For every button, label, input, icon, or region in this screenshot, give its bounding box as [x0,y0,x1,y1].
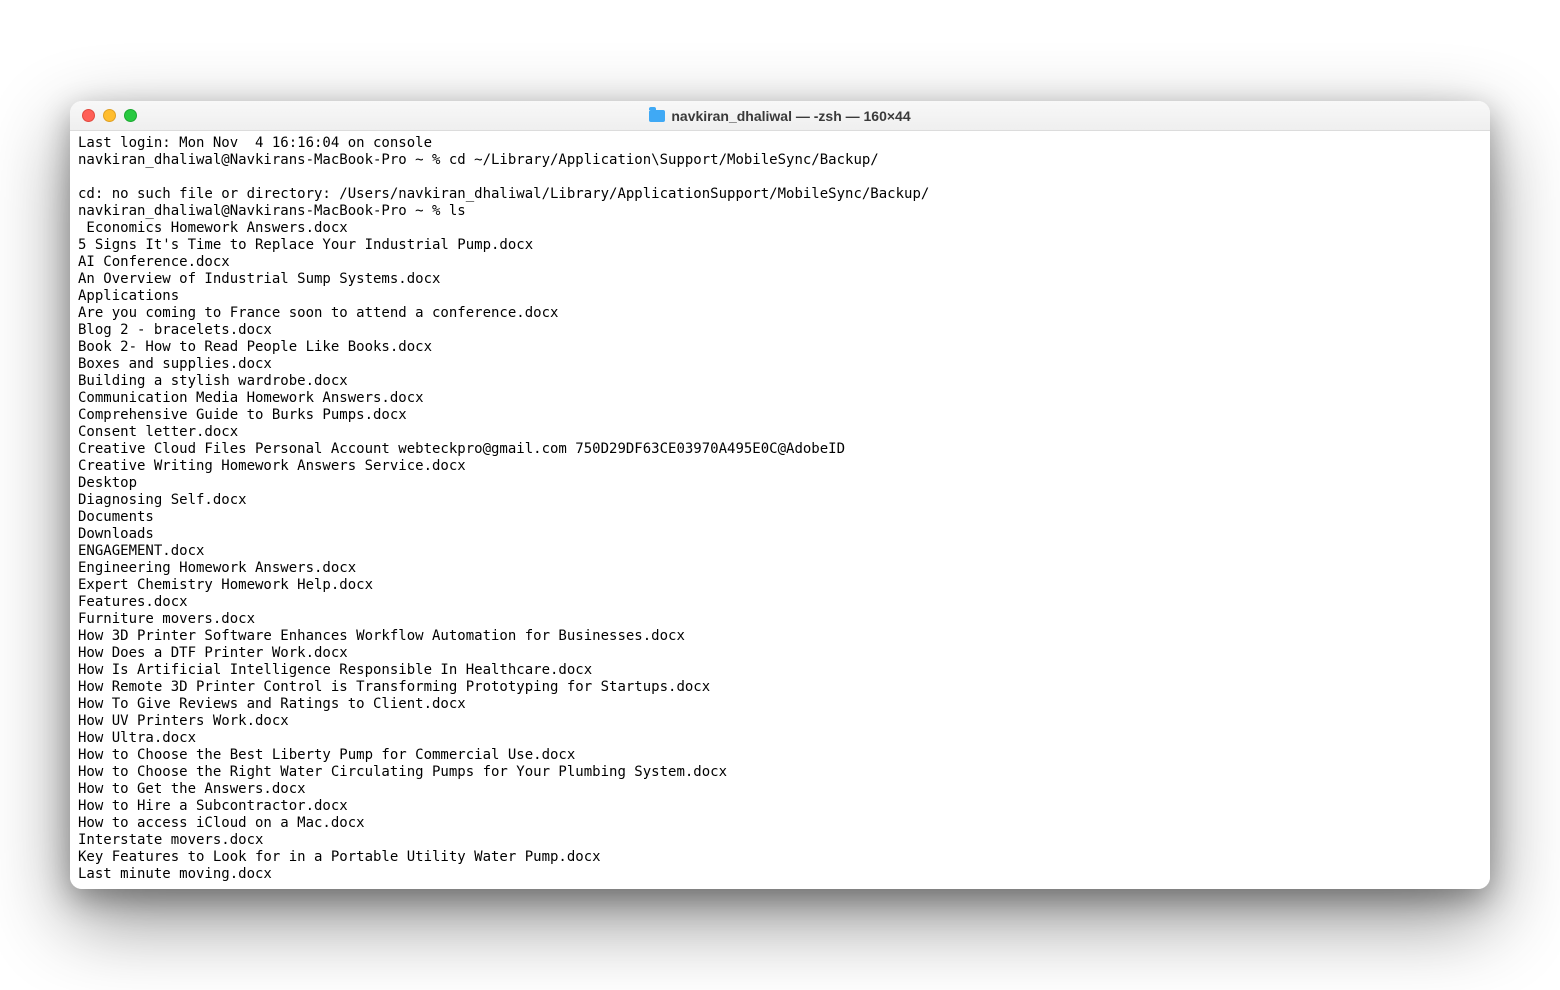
terminal-line: How to access iCloud on a Mac.docx [78,815,1482,832]
close-button[interactable] [82,109,95,122]
terminal-line: cd: no such file or directory: /Users/na… [78,186,1482,203]
terminal-line: How Remote 3D Printer Control is Transfo… [78,679,1482,696]
terminal-line: Building a stylish wardrobe.docx [78,373,1482,390]
terminal-line: Are you coming to France soon to attend … [78,305,1482,322]
terminal-line: Downloads [78,526,1482,543]
terminal-line: How To Give Reviews and Ratings to Clien… [78,696,1482,713]
terminal-output[interactable]: Last login: Mon Nov 4 16:16:04 on consol… [70,131,1490,889]
terminal-line: Diagnosing Self.docx [78,492,1482,509]
terminal-line: How to Choose the Best Liberty Pump for … [78,747,1482,764]
terminal-line: Documents [78,509,1482,526]
terminal-line: Comprehensive Guide to Burks Pumps.docx [78,407,1482,424]
terminal-line [78,169,1482,186]
terminal-line: Creative Writing Homework Answers Servic… [78,458,1482,475]
terminal-line: Communication Media Homework Answers.doc… [78,390,1482,407]
terminal-line: Applications [78,288,1482,305]
minimize-button[interactable] [103,109,116,122]
terminal-line: AI Conference.docx [78,254,1482,271]
terminal-line: Engineering Homework Answers.docx [78,560,1482,577]
terminal-line: An Overview of Industrial Sump Systems.d… [78,271,1482,288]
terminal-line: Expert Chemistry Homework Help.docx [78,577,1482,594]
terminal-line: How 3D Printer Software Enhances Workflo… [78,628,1482,645]
window-title: navkiran_dhaliwal — -zsh — 160×44 [70,108,1490,124]
terminal-window: navkiran_dhaliwal — -zsh — 160×44 Last l… [70,101,1490,889]
window-title-text: navkiran_dhaliwal — -zsh — 160×44 [671,108,910,124]
traffic-lights [82,109,137,122]
terminal-line: Interstate movers.docx [78,832,1482,849]
terminal-line: Creative Cloud Files Personal Account we… [78,441,1482,458]
terminal-line: How to Hire a Subcontractor.docx [78,798,1482,815]
terminal-line: How UV Printers Work.docx [78,713,1482,730]
maximize-button[interactable] [124,109,137,122]
terminal-line: Key Features to Look for in a Portable U… [78,849,1482,866]
terminal-line: Last minute moving.docx [78,866,1482,883]
terminal-line: Book 2- How to Read People Like Books.do… [78,339,1482,356]
terminal-line: Blog 2 - bracelets.docx [78,322,1482,339]
terminal-line: Desktop [78,475,1482,492]
terminal-line: 5 Signs It's Time to Replace Your Indust… [78,237,1482,254]
terminal-line: How Does a DTF Printer Work.docx [78,645,1482,662]
terminal-line: Features.docx [78,594,1482,611]
terminal-line: How Ultra.docx [78,730,1482,747]
terminal-line: Furniture movers.docx [78,611,1482,628]
titlebar[interactable]: navkiran_dhaliwal — -zsh — 160×44 [70,101,1490,131]
terminal-line: navkiran_dhaliwal@Navkirans-MacBook-Pro … [78,152,1482,169]
folder-icon [649,110,665,122]
terminal-line: How to Choose the Right Water Circulatin… [78,764,1482,781]
terminal-line: Last login: Mon Nov 4 16:16:04 on consol… [78,135,1482,152]
terminal-line: Economics Homework Answers.docx [78,220,1482,237]
terminal-line: Consent letter.docx [78,424,1482,441]
terminal-line: How to Get the Answers.docx [78,781,1482,798]
terminal-line: How Is Artificial Intelligence Responsib… [78,662,1482,679]
terminal-line: navkiran_dhaliwal@Navkirans-MacBook-Pro … [78,203,1482,220]
terminal-line: Boxes and supplies.docx [78,356,1482,373]
terminal-line: ENGAGEMENT.docx [78,543,1482,560]
